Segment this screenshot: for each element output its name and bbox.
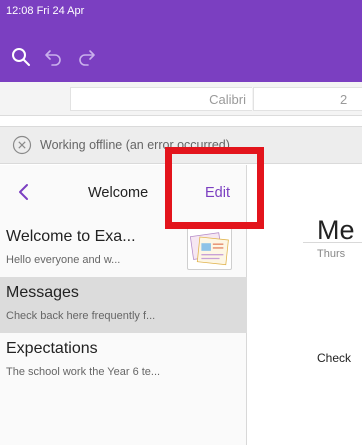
page-date: Thurs <box>317 248 346 260</box>
page-item-preview: Hello everyone and w... <box>6 254 121 266</box>
font-size-field[interactable]: 2 <box>253 87 362 111</box>
highlight-annotation <box>165 147 264 229</box>
font-name-field[interactable]: Calibri <box>70 87 252 111</box>
page-thumbnail-icon <box>187 225 232 270</box>
page-item-expectations[interactable]: Expectations The school work the Year 6 … <box>0 333 247 389</box>
font-name: Calibri <box>209 92 246 107</box>
top-app-bar: 12:08 Fri 24 Apr <box>0 0 362 82</box>
font-size: 2 <box>340 92 348 107</box>
title-divider <box>303 242 362 243</box>
page-item-title: Expectations <box>6 340 98 357</box>
close-circle-icon[interactable] <box>12 135 32 155</box>
page-body-text: Check <box>317 351 352 365</box>
section-title: Welcome <box>88 185 149 201</box>
page-content-area[interactable]: Me Thurs Check <box>248 165 362 445</box>
page-item-preview: Check back here frequently f... <box>6 310 156 322</box>
page-item-title: Welcome to Exa... <box>6 228 136 245</box>
page-item-title: Messages <box>6 284 79 301</box>
page-item-messages[interactable]: Messages Check back here frequently f... <box>0 277 247 333</box>
redo-icon[interactable] <box>74 44 98 70</box>
search-icon[interactable] <box>8 44 34 70</box>
back-chevron-icon[interactable] <box>14 181 34 203</box>
format-toolbar: Calibri 2 <box>0 82 362 116</box>
page-item-welcome[interactable]: Welcome to Exa... Hello everyone and w..… <box>0 221 247 277</box>
undo-icon[interactable] <box>42 44 66 70</box>
page-item-preview: The school work the Year 6 te... <box>6 366 161 378</box>
status-time: 12:08 Fri 24 Apr <box>6 5 85 17</box>
